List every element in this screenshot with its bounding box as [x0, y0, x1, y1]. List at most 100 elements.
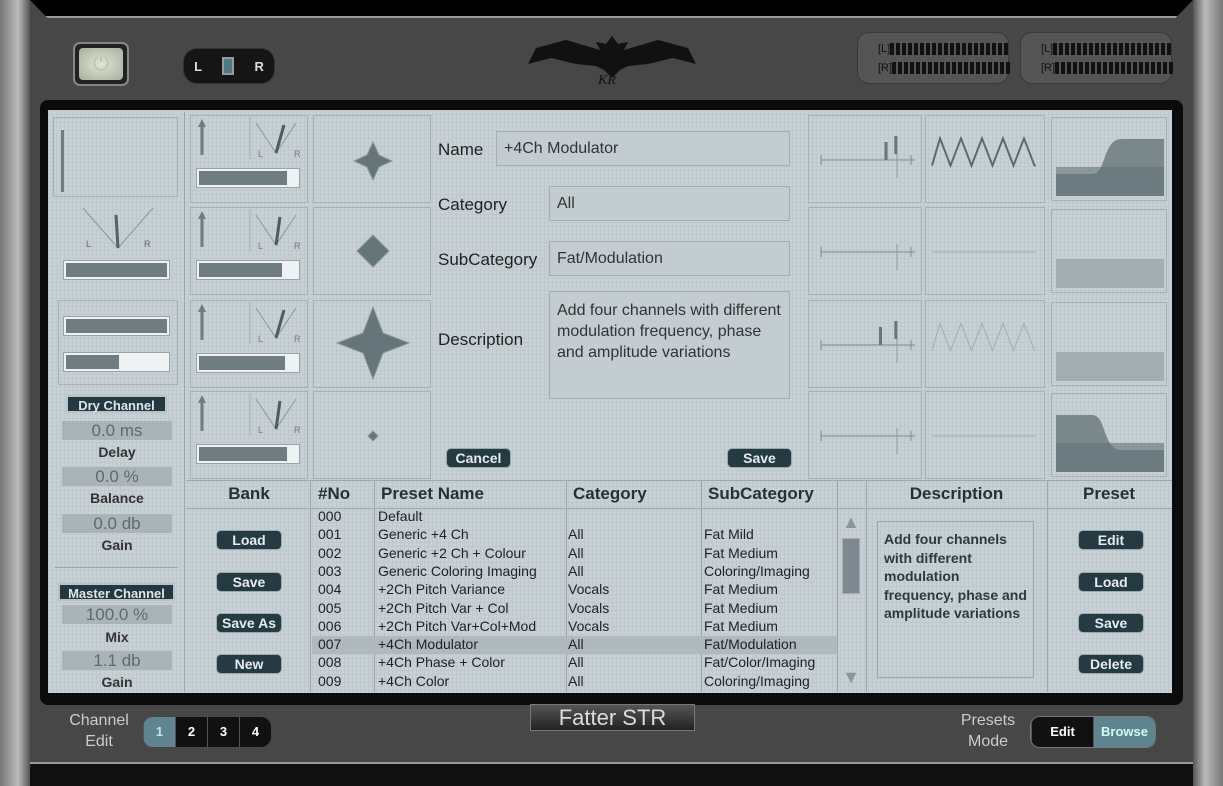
meter-l-label: [L]	[878, 42, 891, 55]
description-textarea[interactable]: Add four channels with different modulat…	[549, 291, 790, 399]
category-input[interactable]: All	[549, 186, 790, 221]
meter-segment	[962, 42, 967, 55]
category-header[interactable]: Category	[573, 484, 647, 504]
preset-name-header[interactable]: Preset Name	[381, 484, 484, 504]
cell-name: +4Ch Phase + Color	[378, 654, 505, 671]
channel-1-shape-icon	[313, 115, 431, 203]
meter-segment	[1083, 42, 1088, 55]
subcategory-header[interactable]: SubCategory	[708, 484, 814, 504]
meter-segment	[982, 61, 987, 74]
meter-segment	[992, 42, 997, 55]
channel-4-controls[interactable]: LR	[192, 393, 306, 435]
meter-segment	[1004, 42, 1009, 55]
lr-switch[interactable]: LR	[183, 48, 275, 84]
meter-segment	[910, 61, 915, 74]
scrollbar[interactable]: ▲ ▼	[840, 512, 862, 688]
meter-segment	[1143, 42, 1148, 55]
meter-segment	[908, 42, 913, 55]
channel-1-controls[interactable]: LR	[192, 117, 306, 159]
divider	[186, 480, 1172, 481]
meter-segment	[1107, 42, 1112, 55]
name-label: Name	[438, 140, 484, 159]
cell-no: 003	[318, 562, 342, 579]
divider	[55, 567, 178, 568]
channel-1-slider[interactable]	[196, 168, 300, 188]
channel-3-button[interactable]: 3	[207, 717, 239, 747]
channel-4-button[interactable]: 4	[239, 717, 271, 747]
cancel-button[interactable]: Cancel	[446, 448, 511, 468]
bank-save-as-button[interactable]: Save As	[216, 613, 282, 633]
meter-segment	[916, 61, 921, 74]
mode-edit-button[interactable]: Edit	[1031, 717, 1093, 747]
meter-segment	[926, 42, 931, 55]
svg-text:KR: KR	[597, 73, 616, 88]
table-row[interactable]: 008 +4Ch Phase + Color All Fat/Color/Imagin…	[312, 654, 837, 672]
cell-name: +2Ch Pitch Var+Col+Mod	[378, 617, 537, 634]
table-row[interactable]: 003 Generic Coloring Imaging All Coloring/I…	[312, 563, 837, 581]
bank-new-button[interactable]: New	[216, 654, 282, 674]
preset-delete-button[interactable]: Delete	[1078, 654, 1144, 674]
subcategory-input[interactable]: Fat/Modulation	[549, 241, 790, 276]
name-input[interactable]: +4Ch Modulator	[496, 131, 790, 166]
save-button[interactable]: Save	[727, 448, 792, 468]
presets-mode-label: Presets Mode	[960, 712, 1016, 750]
balance-value[interactable]: 0.0 %	[62, 467, 172, 486]
table-row[interactable]: 000 Default	[312, 508, 837, 526]
power-button[interactable]: ⏻	[73, 42, 129, 86]
mix-value[interactable]: 100.0 %	[62, 605, 172, 624]
channel-2-amplitude-display	[1051, 209, 1167, 293]
scroll-down-icon[interactable]: ▼	[840, 667, 862, 688]
left-chrome	[0, 0, 30, 786]
meter-segment	[1161, 42, 1166, 55]
balance-gauge[interactable]: LR	[78, 203, 158, 253]
lr-switch-handle[interactable]	[222, 57, 235, 75]
channel-3-controls[interactable]: LR	[192, 302, 306, 344]
table-row[interactable]: 006 +2Ch Pitch Var+Col+Mod Vocals Fat Mediu…	[312, 618, 837, 636]
meter-segment	[1101, 42, 1106, 55]
bank-load-button[interactable]: Load	[216, 530, 282, 550]
preset-edit-button[interactable]: Edit	[1078, 530, 1144, 550]
channel-2-controls[interactable]: LR	[192, 209, 306, 251]
preset-save-button[interactable]: Save	[1078, 613, 1144, 633]
meter-segment	[1089, 42, 1094, 55]
cell-no: 004	[318, 581, 342, 598]
meter-segment	[1133, 61, 1138, 74]
channel-1-button[interactable]: 1	[143, 717, 175, 747]
table-row[interactable]: 007 +4Ch Modulator All Fat/Modulation	[312, 636, 837, 655]
lr-left-label: L	[194, 58, 203, 74]
bank-save-button[interactable]: Save	[216, 572, 282, 592]
table-row[interactable]: 009 +4Ch Color All Coloring/Imaging	[312, 673, 837, 691]
meter-segment	[896, 42, 901, 55]
gain-value[interactable]: 0.0 db	[62, 514, 172, 533]
channel-2-button[interactable]: 2	[175, 717, 207, 747]
meter-segment	[952, 61, 957, 74]
scroll-up-icon[interactable]: ▲	[840, 512, 862, 532]
slider-bar[interactable]	[63, 316, 170, 336]
mode-browse-button[interactable]: Browse	[1093, 717, 1155, 747]
preset-load-button[interactable]: Load	[1078, 572, 1144, 592]
meter-segment	[1109, 61, 1114, 74]
cell-name: Default	[378, 508, 423, 524]
meter-segment	[1085, 61, 1090, 74]
channel-4-slider[interactable]	[196, 444, 300, 464]
delay-value[interactable]: 0.0 ms	[62, 421, 172, 440]
meter-segment	[1000, 61, 1005, 74]
channel-2-slider[interactable]	[196, 260, 300, 280]
slider-bar[interactable]	[63, 260, 170, 280]
channel-3-slider[interactable]	[196, 353, 300, 373]
meter-segment	[1077, 42, 1082, 55]
table-row[interactable]: 002 Generic +2 Ch + Colour All Fat Medium	[312, 545, 837, 563]
scroll-thumb[interactable]	[842, 538, 860, 594]
lr-right-label: R	[254, 58, 264, 74]
table-row[interactable]: 001 Generic +4 Ch All Fat Mild	[312, 526, 837, 544]
meter-segment	[1103, 61, 1108, 74]
cell-subcategory: Fat Medium	[704, 581, 778, 598]
slider-bar[interactable]	[63, 352, 170, 372]
channel-4-amplitude-display	[1051, 393, 1167, 477]
description-label: Description	[438, 330, 524, 349]
right-chrome	[1193, 0, 1223, 786]
table-row[interactable]: 005 +2Ch Pitch Var + Col Vocals Fat Medium	[312, 600, 837, 618]
no-header[interactable]: #No	[318, 484, 350, 504]
master-gain-value[interactable]: 1.1 db	[62, 651, 172, 670]
table-row[interactable]: 004 +2Ch Pitch Variance Vocals Fat Medium	[312, 581, 837, 599]
